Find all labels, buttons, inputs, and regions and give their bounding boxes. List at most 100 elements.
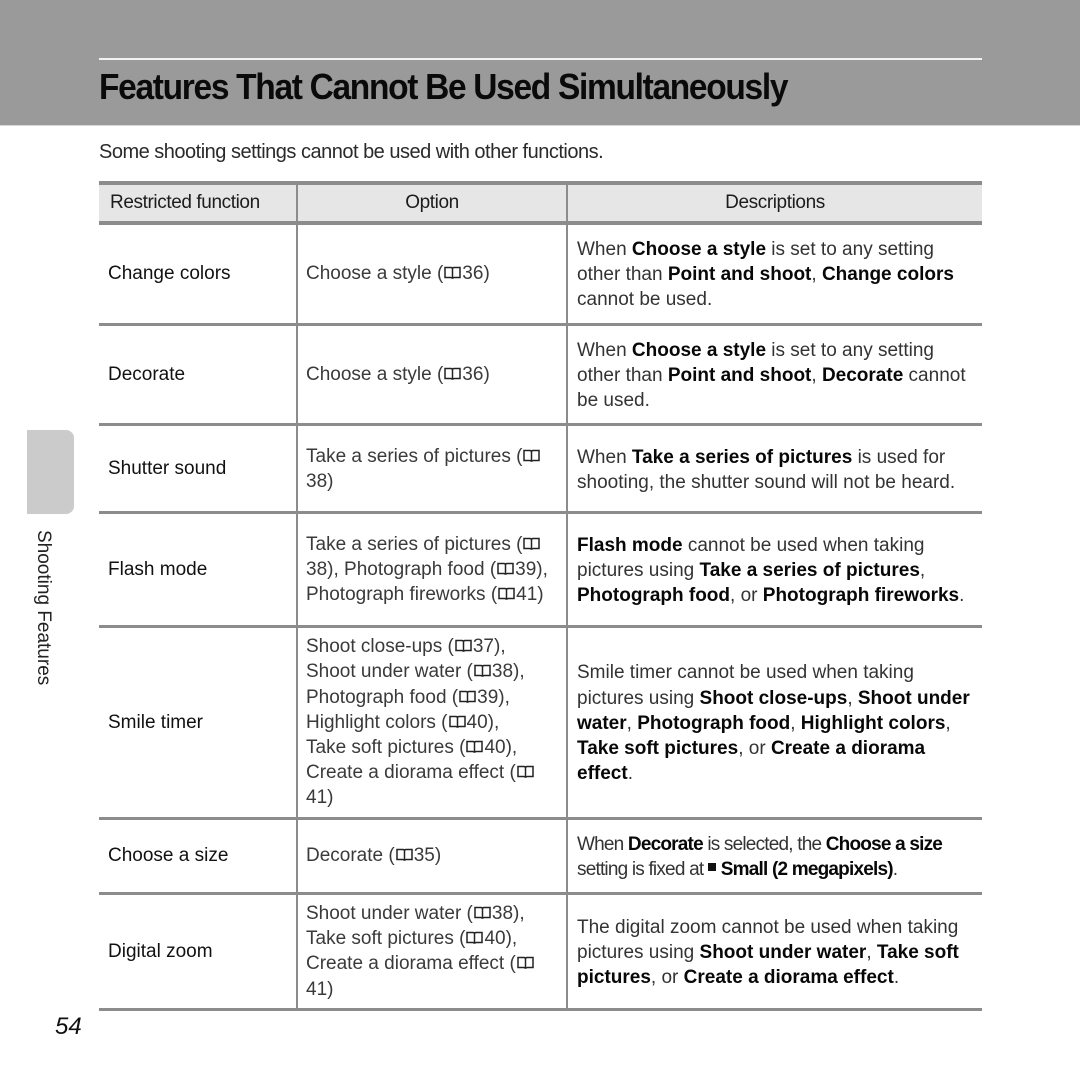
header-band: Features That Cannot Be Used Simultaneou… [0,0,1080,126]
description-text: is selected, the [702,833,826,855]
option-reference[interactable]: Shoot under water (38), [306,903,525,924]
book-icon [448,711,466,728]
description-text: , [811,264,822,286]
option-suffix: ) [327,787,334,809]
option-reference[interactable]: Choose a style (36) [306,364,490,385]
option-text: Photograph food ( [306,686,459,708]
page-reference: 40 [484,737,506,759]
page-reference: 38 [491,661,514,683]
option-reference[interactable]: Decorate ( 35) [306,845,441,866]
option-reference[interactable]: Photograph fireworks (41) [306,584,544,605]
option-suffix: ), [498,686,510,708]
description-text: When [577,446,632,468]
option-reference[interactable]: Choose a style (36) [306,263,490,284]
page-title: Features That Cannot Be Used Simultaneou… [99,66,788,107]
description-text: When [577,339,632,361]
page-reference: 41 [306,787,328,809]
option-cell: Choose a style (36) [296,324,568,427]
setting-name: Choose a size [825,833,943,855]
page-reference: 35 [413,845,435,867]
setting-name: Take a series of pictures [699,560,920,582]
description-text: , [847,687,858,709]
header-rule [99,58,982,60]
option-text: Take soft pictures ( [306,928,466,950]
setting-name: Decorate [627,833,704,855]
option-reference[interactable]: Shoot close-ups (37), [306,636,506,657]
book-icon [444,363,462,380]
table-row: Change colors Choose a style (36) When Cho… [99,223,982,326]
setting-name: Small (2 megapixels) [720,858,894,880]
description-text: , or [738,738,771,760]
page-reference: 38 [306,559,328,581]
section-tab[interactable] [27,430,74,514]
setting-name: Photograph food [577,585,731,607]
book-icon [466,927,484,945]
description-text: , [626,712,638,734]
option-text: Shoot under water ( [306,903,473,925]
option-reference[interactable]: Take soft pictures (40), [306,928,517,949]
option-suffix: ) [537,584,544,606]
book-icon [523,445,541,462]
option-reference[interactable]: Take a series of pictures (38) [306,446,541,492]
book-icon [498,583,515,601]
book-icon [395,844,413,862]
page-reference: 38 [491,903,514,925]
section-label: Shooting Features [33,530,54,686]
option-reference[interactable]: Create a diorama effect (41) [306,953,535,1000]
option-reference[interactable]: Shoot under water ( 38), [306,661,525,682]
option-reference[interactable]: Photograph food ( 39), [306,687,510,708]
description-text: , [790,712,801,734]
page-reference: 39 [477,686,499,708]
page-reference: 41 [516,584,538,606]
option-text: Highlight colors ( [306,711,448,733]
header-descriptions: Descriptions [566,181,982,225]
option-suffix: ) [434,845,442,867]
setting-name: Highlight colors [800,712,946,734]
restricted-function-cell: Flash mode [99,512,298,629]
description-text: . [627,763,633,785]
setting-name: Photograph fireworks [762,585,960,607]
table-row: Flash mode Take a series of pictures (38)… [99,512,982,629]
option-cell: Decorate ( 35) [296,818,568,896]
restricted-function-cell: Choose a size [99,818,298,896]
book-icon [459,686,476,703]
description-text: , [866,941,877,963]
book-icon [517,761,534,779]
description-text: , or [730,585,763,607]
page-reference: 40 [466,711,488,733]
option-reference[interactable]: Photograph food (39), [344,559,548,580]
table-body: Change colors Choose a style (36) When Cho… [99,223,982,1011]
book-icon [497,558,514,575]
book-icon [466,736,484,753]
option-suffix: ), [327,559,345,581]
book-icon [474,660,491,678]
table-row: Digital zoom Shoot under water (38), Take… [99,893,982,1011]
option-suffix: ) [327,470,334,492]
description-cell: Flash mode cannot be used when taking pi… [566,512,982,629]
table-header-row: Restricted function Option Descriptions [99,181,982,225]
option-reference[interactable]: Create a diorama effect (41) [306,762,535,808]
description-cell: The digital zoom cannot be used when tak… [566,893,982,1011]
page-reference: 36 [462,263,484,285]
option-reference[interactable]: Take soft pictures (40), [306,737,517,758]
description-text: setting is fixed at [577,858,708,880]
description-text: , [811,364,822,386]
setting-name: Create a diorama effect [683,967,894,989]
option-text: Choose a style ( [306,263,444,285]
description-text: , [945,712,951,734]
option-text: Decorate ( [306,845,395,867]
setting-name: Shoot under water [699,941,867,963]
description-cell: When Choose a style is set to any settin… [566,324,982,427]
option-reference[interactable]: Highlight colors ( 40), [306,712,499,733]
description-text: cannot be used. [577,289,713,311]
table-row: Decorate Choose a style (36) When Choose a… [99,324,982,427]
option-text: Shoot under water ( [306,661,473,683]
page-reference: 38 [306,470,328,492]
option-suffix: ), [487,711,500,733]
setting-name: Take soft pictures [577,738,739,760]
option-suffix: ), [513,661,525,683]
page-number: 54 [55,1013,82,1040]
table-row: Choose a size Decorate (35) When Decorate … [99,818,982,896]
setting-name: Take a series of pictures [631,446,853,468]
features-table: Restricted function Option Descriptions … [99,181,982,1011]
